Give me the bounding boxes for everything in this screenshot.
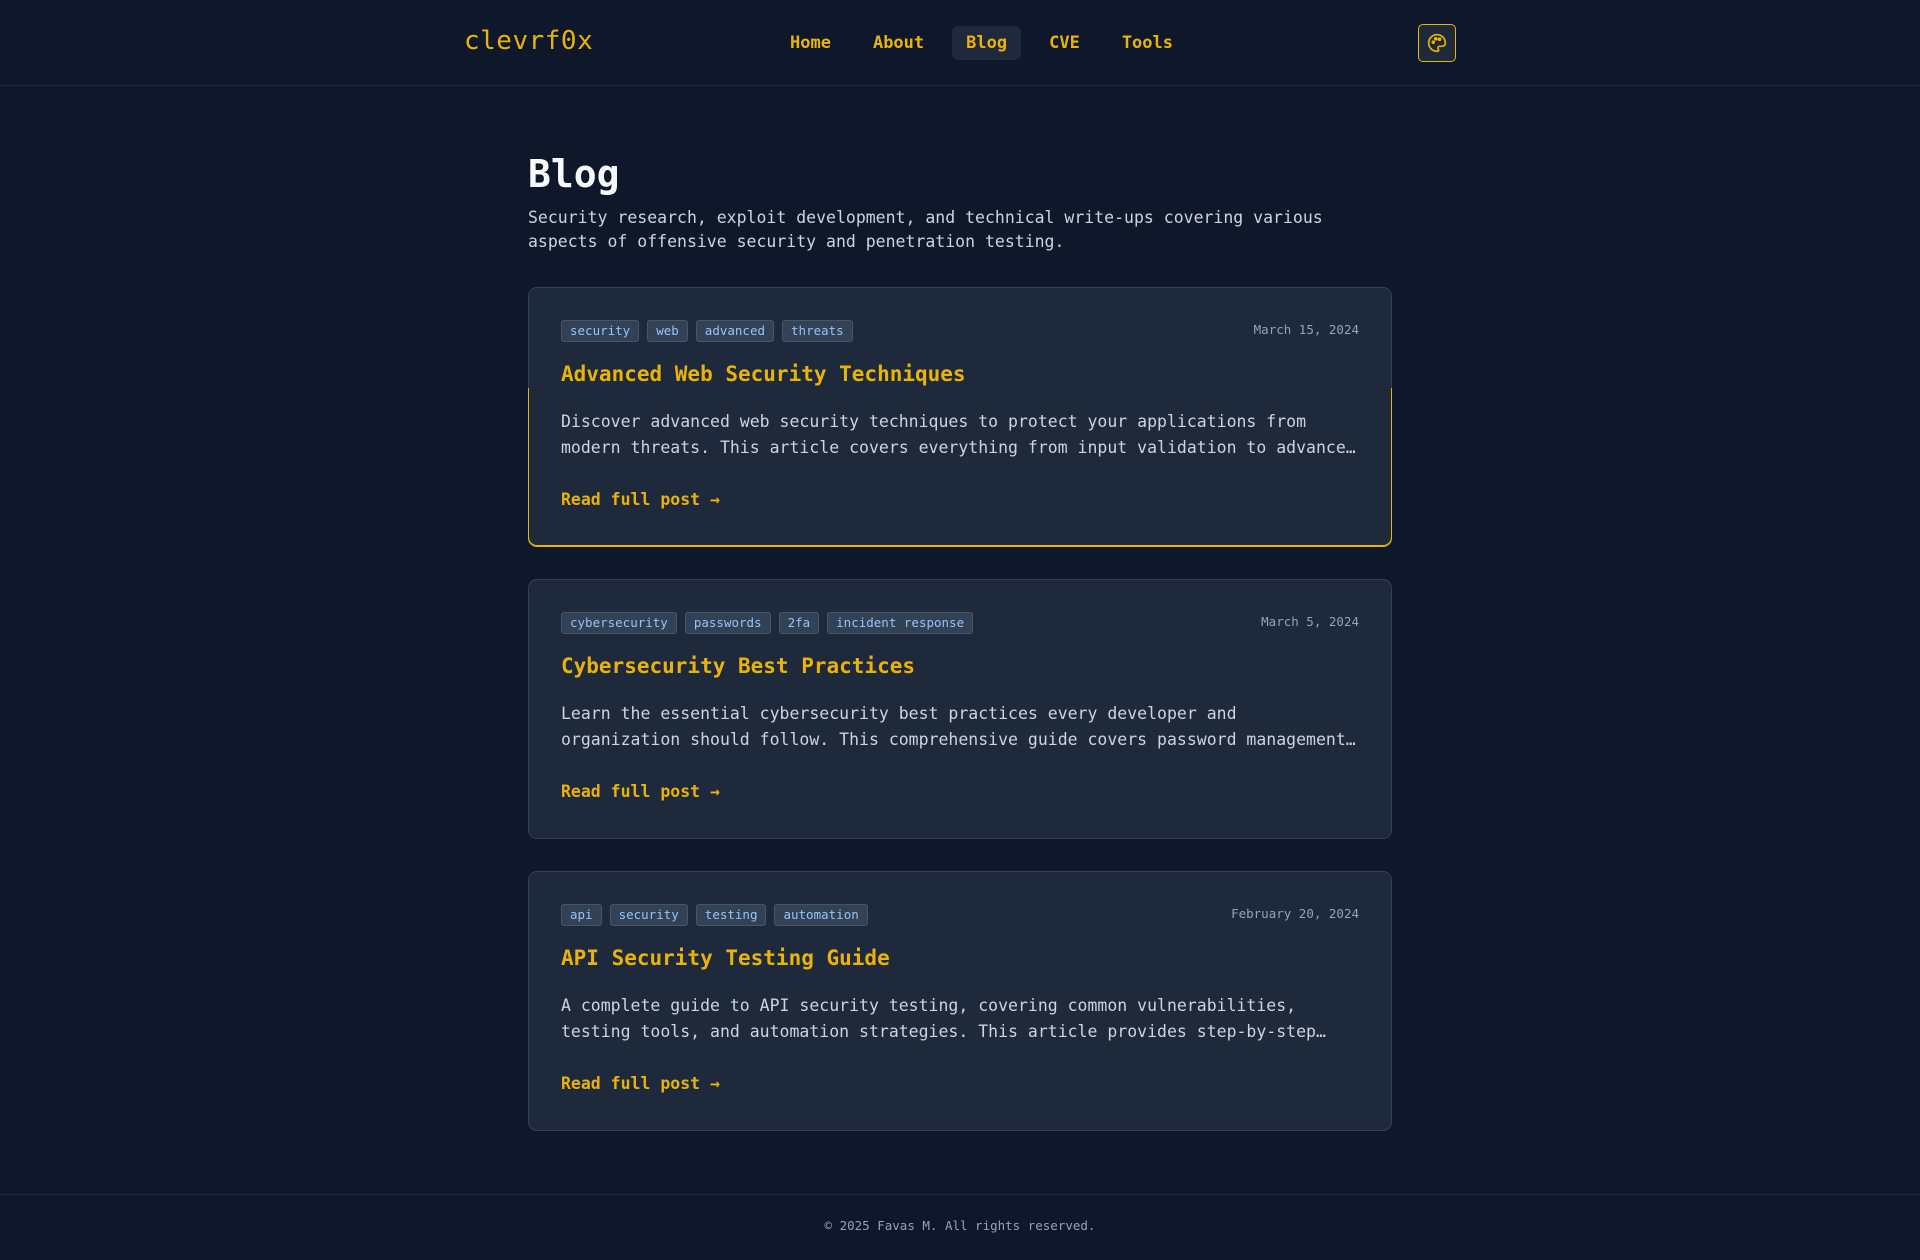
tag-list: cybersecurity passwords 2fa incident res… <box>561 612 974 634</box>
tag[interactable]: cybersecurity <box>561 612 677 634</box>
copyright-text: © 2025 Favas M. All rights reserved. <box>824 1218 1096 1233</box>
tag-list: api security testing automation <box>561 904 868 926</box>
post-date: March 5, 2024 <box>1261 614 1359 629</box>
tag[interactable]: advanced <box>695 320 775 342</box>
tag[interactable]: security <box>561 320 640 342</box>
tag[interactable]: incident response <box>827 612 974 634</box>
post-card[interactable]: api security testing automation February… <box>528 871 1392 1131</box>
tag[interactable]: automation <box>774 904 868 926</box>
tag-list: security web advanced threats <box>561 320 853 342</box>
tag[interactable]: 2fa <box>778 612 820 634</box>
page-description: Security research, exploit development, … <box>528 208 1323 251</box>
post-excerpt: A complete guide to API security testing… <box>561 996 1316 1041</box>
read-more-link[interactable]: Read full post → <box>561 490 720 509</box>
read-more-link[interactable]: Read full post → <box>561 782 720 801</box>
nav-cve[interactable]: CVE <box>1035 26 1094 60</box>
post-card[interactable]: cybersecurity passwords 2fa incident res… <box>528 579 1392 839</box>
tag[interactable]: security <box>609 904 688 926</box>
nav-home[interactable]: Home <box>776 26 845 60</box>
site-logo[interactable]: clevrf0x <box>464 26 593 56</box>
site-header: clevrf0x Home About Blog CVE Tools <box>0 0 1920 86</box>
tag[interactable]: passwords <box>684 612 771 634</box>
main-nav: Home About Blog CVE Tools <box>776 26 1187 60</box>
post-excerpt: Learn the essential cybersecurity best p… <box>561 704 1356 749</box>
read-more-link[interactable]: Read full post → <box>561 1074 720 1093</box>
tag[interactable]: testing <box>695 904 767 926</box>
tag[interactable]: threats <box>782 320 853 342</box>
post-date: March 15, 2024 <box>1253 322 1359 337</box>
post-excerpt: Discover advanced web security technique… <box>561 412 1356 457</box>
nav-tools[interactable]: Tools <box>1108 26 1187 60</box>
page-title: Blog <box>528 152 620 196</box>
post-title[interactable]: API Security Testing Guide <box>561 946 890 970</box>
post-date: February 20, 2024 <box>1231 906 1359 921</box>
nav-about[interactable]: About <box>859 26 938 60</box>
site-footer: © 2025 Favas M. All rights reserved. <box>0 1194 1920 1260</box>
palette-icon <box>1427 33 1447 53</box>
post-title[interactable]: Cybersecurity Best Practices <box>561 654 915 678</box>
post-title[interactable]: Advanced Web Security Techniques <box>561 362 966 386</box>
post-card[interactable]: security web advanced threats March 15, … <box>528 287 1392 547</box>
tag[interactable]: api <box>561 904 602 926</box>
theme-toggle-button[interactable] <box>1418 24 1456 62</box>
nav-blog[interactable]: Blog <box>952 26 1022 60</box>
main-content: Blog Security research, exploit developm… <box>528 150 1392 254</box>
tag[interactable]: web <box>647 320 688 342</box>
